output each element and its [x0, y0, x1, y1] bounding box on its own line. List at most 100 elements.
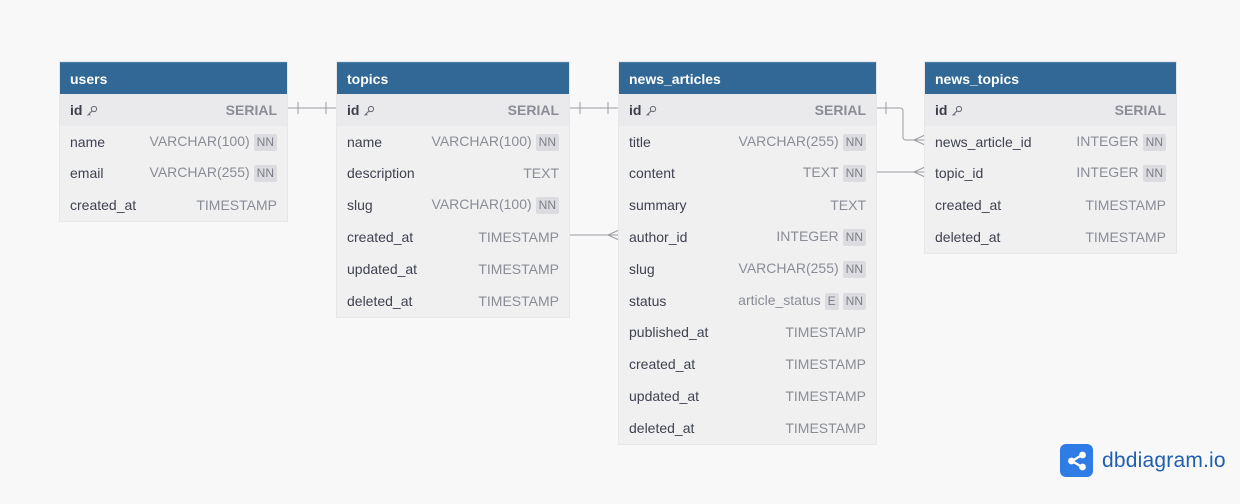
- field-name: description: [347, 165, 415, 182]
- field-name: name: [347, 133, 383, 150]
- field-type: SERIAL: [815, 102, 866, 118]
- field-row[interactable]: created_at TIMESTAMP: [619, 348, 876, 380]
- relation-topics-author[interactable]: [569, 229, 620, 241]
- not-null-badge: NN: [1142, 165, 1166, 183]
- field-row[interactable]: id SERIAL: [619, 94, 876, 126]
- field-type: INTEGER NN: [1076, 164, 1166, 183]
- table-users[interactable]: users id SERIAL name VARCHAR(100) NN email VARC…: [60, 62, 287, 222]
- field-type: TIMESTAMP: [478, 229, 559, 245]
- field-row[interactable]: deleted_at TIMESTAMP: [619, 412, 876, 444]
- key-icon: [645, 104, 657, 116]
- field-row[interactable]: created_at TIMESTAMP: [925, 189, 1176, 221]
- field-name: title: [629, 133, 651, 150]
- field-name: id: [70, 101, 83, 118]
- field-type: VARCHAR(100) NN: [432, 133, 559, 151]
- field-row[interactable]: title VARCHAR(255) NN: [619, 126, 876, 158]
- field-row[interactable]: topic_id INTEGER NN: [925, 158, 1176, 190]
- field-row[interactable]: name VARCHAR(100) NN: [337, 126, 569, 158]
- field-type: INTEGER NN: [776, 228, 866, 247]
- field-name: summary: [629, 197, 687, 214]
- enum-badge: E: [824, 292, 839, 310]
- field-name: created_at: [70, 197, 137, 214]
- field-type-text: VARCHAR(255): [738, 259, 839, 276]
- field-type: VARCHAR(255) NN: [739, 260, 866, 278]
- field-type: TIMESTAMP: [196, 197, 277, 213]
- field-type-text: TIMESTAMP: [1085, 229, 1166, 246]
- field-name: deleted_at: [935, 229, 1001, 246]
- table-header[interactable]: news_topics: [925, 62, 1176, 94]
- field-type-text: SERIAL: [507, 101, 559, 118]
- field-name: deleted_at: [629, 419, 695, 436]
- table-header[interactable]: users: [60, 62, 287, 94]
- field-row[interactable]: content TEXT NN: [619, 158, 876, 190]
- field-name: slug: [347, 197, 373, 214]
- field-name: published_at: [629, 324, 709, 341]
- field-type: TIMESTAMP: [785, 420, 866, 436]
- field-type-text: TIMESTAMP: [785, 356, 866, 373]
- field-type: TIMESTAMP: [785, 356, 866, 372]
- field-type: TIMESTAMP: [478, 261, 559, 277]
- field-name: slug: [629, 260, 655, 277]
- field-type: VARCHAR(255) NN: [739, 133, 866, 151]
- relation-topics-news-articles[interactable]: [569, 102, 619, 114]
- field-row[interactable]: author_id INTEGER NN: [619, 221, 876, 253]
- table-header[interactable]: news_articles: [619, 62, 876, 94]
- field-row[interactable]: news_article_id INTEGER NN: [925, 126, 1176, 158]
- field-type-text: VARCHAR(255): [738, 132, 839, 149]
- field-row[interactable]: created_at TIMESTAMP: [337, 221, 569, 253]
- not-null-badge: NN: [535, 133, 559, 151]
- field-row[interactable]: updated_at TIMESTAMP: [337, 253, 569, 285]
- field-row[interactable]: email VARCHAR(255) NN: [60, 158, 287, 190]
- field-type-text: INTEGER: [776, 228, 839, 245]
- relation-content-topic-id[interactable]: [876, 166, 926, 178]
- field-row[interactable]: slug VARCHAR(255) NN: [619, 253, 876, 285]
- field-row[interactable]: slug VARCHAR(100) NN: [337, 189, 569, 221]
- relation-users-topics[interactable]: [287, 102, 337, 114]
- field-row[interactable]: summary TEXT: [619, 189, 876, 221]
- field-row[interactable]: published_at TIMESTAMP: [619, 317, 876, 349]
- field-row[interactable]: deleted_at TIMESTAMP: [925, 221, 1176, 253]
- key-icon: [86, 104, 98, 116]
- field-name: created_at: [935, 197, 1002, 214]
- field-type-text: SERIAL: [225, 101, 277, 118]
- field-type-text: INTEGER: [1076, 132, 1139, 149]
- field-type-text: TEXT: [830, 197, 866, 214]
- field-type: SERIAL: [226, 102, 277, 118]
- field-row[interactable]: updated_at TIMESTAMP: [619, 380, 876, 412]
- field-type: TEXT: [523, 165, 559, 181]
- field-type: TIMESTAMP: [785, 324, 866, 340]
- table-topics[interactable]: topics id SERIAL name VARCHAR(100) NN descript…: [337, 62, 569, 317]
- field-row[interactable]: id SERIAL: [60, 94, 287, 126]
- table-news-articles[interactable]: news_articles id SERIAL title VARCHAR(255) NN…: [619, 62, 876, 444]
- field-name: id: [347, 101, 360, 118]
- field-name: id: [935, 101, 948, 118]
- field-name: created_at: [347, 229, 414, 246]
- field-type: TEXT NN: [802, 164, 866, 183]
- field-type-text: TEXT: [802, 164, 839, 181]
- key-icon: [951, 104, 963, 116]
- field-name: content: [629, 165, 675, 182]
- field-type: SERIAL: [508, 102, 559, 118]
- table-news-topics[interactable]: news_topics id SERIAL news_article_id INTEGE…: [925, 62, 1176, 253]
- not-null-badge: NN: [842, 165, 866, 183]
- dbdiagram-logo[interactable]: dbdiagram.io: [1060, 444, 1226, 477]
- field-row[interactable]: deleted_at TIMESTAMP: [337, 285, 569, 317]
- relation-articles-news-topics[interactable]: [876, 102, 926, 146]
- field-row[interactable]: description TEXT: [337, 158, 569, 190]
- field-row[interactable]: name VARCHAR(100) NN: [60, 126, 287, 158]
- field-row[interactable]: status article_status E NN: [619, 285, 876, 317]
- field-type-text: TIMESTAMP: [785, 324, 866, 341]
- diagram-canvas[interactable]: users id SERIAL name VARCHAR(100) NN email VARC…: [0, 0, 1240, 504]
- key-icon: [363, 104, 375, 116]
- field-row[interactable]: created_at TIMESTAMP: [60, 189, 287, 221]
- field-type-text: TEXT: [523, 165, 559, 182]
- field-type: VARCHAR(100) NN: [150, 133, 277, 151]
- table-header[interactable]: topics: [337, 62, 569, 94]
- not-null-badge: NN: [253, 133, 277, 151]
- field-name: name: [70, 133, 106, 150]
- not-null-badge: NN: [1142, 133, 1166, 151]
- field-type-text: TIMESTAMP: [478, 292, 559, 309]
- field-type-text: TIMESTAMP: [785, 419, 866, 436]
- field-row[interactable]: id SERIAL: [337, 94, 569, 126]
- field-row[interactable]: id SERIAL: [925, 94, 1176, 126]
